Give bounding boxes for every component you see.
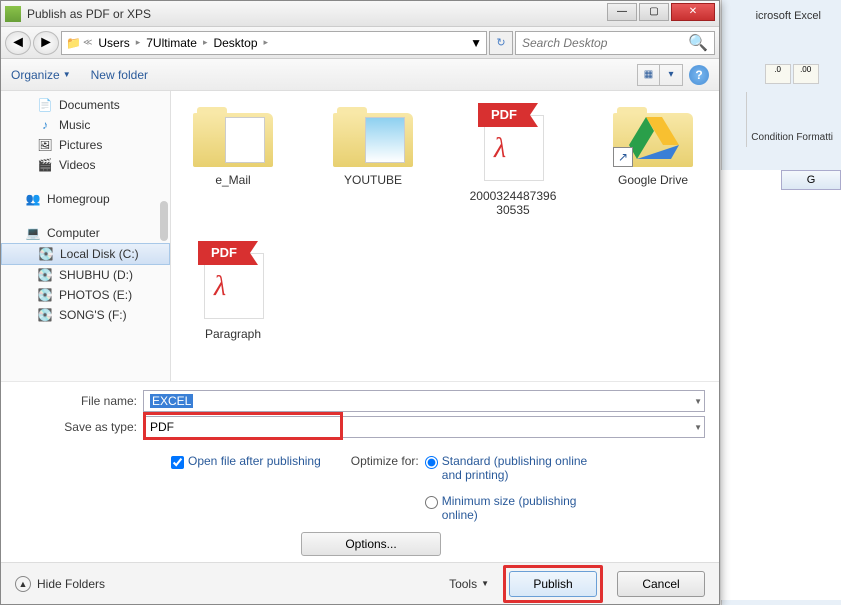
chevron-up-icon: ▲: [15, 576, 31, 592]
sidebar-item-music[interactable]: ♪Music: [1, 115, 170, 135]
dropdown-icon[interactable]: ▼: [694, 423, 702, 432]
savetype-value: PDF: [150, 420, 174, 434]
optimize-standard-radio[interactable]: Standard (publishing online and printing…: [425, 454, 602, 482]
disk-icon: 💽: [37, 287, 53, 303]
open-after-checkbox[interactable]: Open file after publishing: [171, 454, 321, 469]
filename-field[interactable]: EXCEL ▼: [143, 390, 705, 412]
path-desktop[interactable]: Desktop: [209, 34, 261, 52]
disk-icon: 💽: [37, 307, 53, 323]
filename-label: File name:: [15, 394, 137, 408]
sidebar-item-documents[interactable]: 📄Documents: [1, 95, 170, 115]
sidebar-item-videos[interactable]: 🎬Videos: [1, 155, 170, 175]
dialog-title: Publish as PDF or XPS: [27, 7, 151, 21]
savetype-field[interactable]: PDF ▼: [143, 416, 705, 438]
view-dropdown-button[interactable]: ▾: [660, 65, 682, 85]
sidebar-item-pictures[interactable]: 🖼Pictures: [1, 135, 170, 155]
pictures-icon: 🖼: [37, 137, 53, 153]
close-button[interactable]: ✕: [671, 3, 715, 21]
disk-icon: 💽: [37, 267, 53, 283]
column-header-g[interactable]: G: [781, 170, 841, 190]
new-folder-button[interactable]: New folder: [91, 68, 148, 82]
dropdown-icon[interactable]: ▼: [694, 397, 702, 406]
folder-icon: [193, 103, 273, 167]
publish-highlight: Publish: [503, 565, 603, 603]
hide-folders-button[interactable]: ▲ Hide Folders: [15, 576, 105, 592]
sidebar-item-shubhu-d[interactable]: 💽SHUBHU (D:): [1, 265, 170, 285]
view-mode-buttons[interactable]: ▦ ▾: [637, 64, 683, 86]
options-button[interactable]: Options...: [301, 532, 441, 556]
publish-button[interactable]: Publish: [509, 571, 597, 597]
sidebar-item-songs-f[interactable]: 💽SONG'S (F:): [1, 305, 170, 325]
folder-email[interactable]: e_Mail: [183, 103, 283, 217]
disk-icon: 💽: [38, 246, 54, 262]
sidebar-item-photos-e[interactable]: 💽PHOTOS (E:): [1, 285, 170, 305]
folder-icon: 📁: [66, 36, 81, 50]
optimize-label: Optimize for:: [351, 454, 419, 522]
folder-youtube[interactable]: YOUTUBE: [323, 103, 423, 217]
filename-input[interactable]: EXCEL: [150, 394, 193, 408]
file-pdf-numeric[interactable]: PDF λ 2000324487396 30535: [463, 103, 563, 217]
toolbar: Organize▼ New folder ▦ ▾ ?: [1, 59, 719, 91]
increase-decimal-button[interactable]: .00: [793, 64, 819, 84]
tools-menu[interactable]: Tools▼: [449, 577, 489, 591]
documents-icon: 📄: [37, 97, 53, 113]
scrollbar-thumb[interactable]: [160, 201, 168, 241]
videos-icon: 🎬: [37, 157, 53, 173]
refresh-button[interactable]: ↻: [489, 31, 513, 55]
titlebar[interactable]: Publish as PDF or XPS — ▢ ✕: [1, 1, 719, 27]
excel-background: icrosoft Excel .0 .00 Condition Formatti…: [721, 0, 841, 605]
pdf-icon: PDF λ: [478, 103, 548, 183]
options-row: Open file after publishing Optimize for:…: [1, 450, 719, 526]
navigation-sidebar: 📄Documents ♪Music 🖼Pictures 🎬Videos 👥Hom…: [1, 91, 171, 381]
google-drive-icon: ↗: [613, 103, 693, 167]
publish-dialog: Publish as PDF or XPS — ▢ ✕ ◄ ► 📁 ≪ User…: [0, 0, 720, 605]
computer-icon: 💻: [25, 225, 41, 241]
music-icon: ♪: [37, 117, 53, 133]
view-icons-button[interactable]: ▦: [638, 65, 660, 85]
decrease-decimal-button[interactable]: .0: [765, 64, 791, 84]
search-input[interactable]: [522, 36, 688, 50]
search-icon: 🔍: [688, 33, 708, 53]
forward-button[interactable]: ►: [33, 31, 59, 55]
path-users[interactable]: Users: [94, 34, 133, 52]
folder-google-drive[interactable]: ↗ Google Drive: [603, 103, 703, 217]
address-bar[interactable]: 📁 ≪ Users ▸ 7Ultimate ▸ Desktop ▸ ▼: [61, 31, 487, 55]
file-list-pane[interactable]: e_Mail YOUTUBE PDF λ 2000324487396 30535: [171, 91, 719, 381]
cancel-button[interactable]: Cancel: [617, 571, 705, 597]
folder-icon: [333, 103, 413, 167]
back-button[interactable]: ◄: [5, 31, 31, 55]
maximize-button[interactable]: ▢: [639, 3, 669, 21]
path-7ultimate[interactable]: 7Ultimate: [142, 34, 201, 52]
savetype-label: Save as type:: [15, 420, 137, 434]
excel-app-title: icrosoft Excel: [756, 10, 821, 22]
sidebar-item-computer[interactable]: 💻Computer: [1, 223, 170, 243]
minimize-button[interactable]: —: [607, 3, 637, 21]
excel-icon: [5, 6, 21, 22]
dialog-footer: ▲ Hide Folders Tools▼ Publish Cancel: [1, 562, 719, 604]
form-area: File name: EXCEL ▼ Save as type: PDF ▼: [1, 381, 719, 450]
sidebar-item-homegroup[interactable]: 👥Homegroup: [1, 189, 170, 209]
file-pdf-paragraph[interactable]: PDF λ Paragraph: [183, 241, 283, 341]
shortcut-icon: ↗: [613, 147, 633, 167]
optimize-minimum-radio[interactable]: Minimum size (publishing online): [425, 494, 602, 522]
help-button[interactable]: ?: [689, 65, 709, 85]
homegroup-icon: 👥: [25, 191, 41, 207]
conditional-formatting-button[interactable]: Condition Formatti: [751, 132, 833, 143]
organize-menu[interactable]: Organize▼: [11, 68, 71, 82]
excel-grid[interactable]: G: [721, 170, 841, 600]
sidebar-item-local-disk-c[interactable]: 💽Local Disk (C:): [1, 243, 170, 265]
navigation-bar: ◄ ► 📁 ≪ Users ▸ 7Ultimate ▸ Desktop ▸ ▼ …: [1, 27, 719, 59]
search-box[interactable]: 🔍: [515, 31, 715, 55]
pdf-icon: PDF λ: [198, 241, 268, 321]
